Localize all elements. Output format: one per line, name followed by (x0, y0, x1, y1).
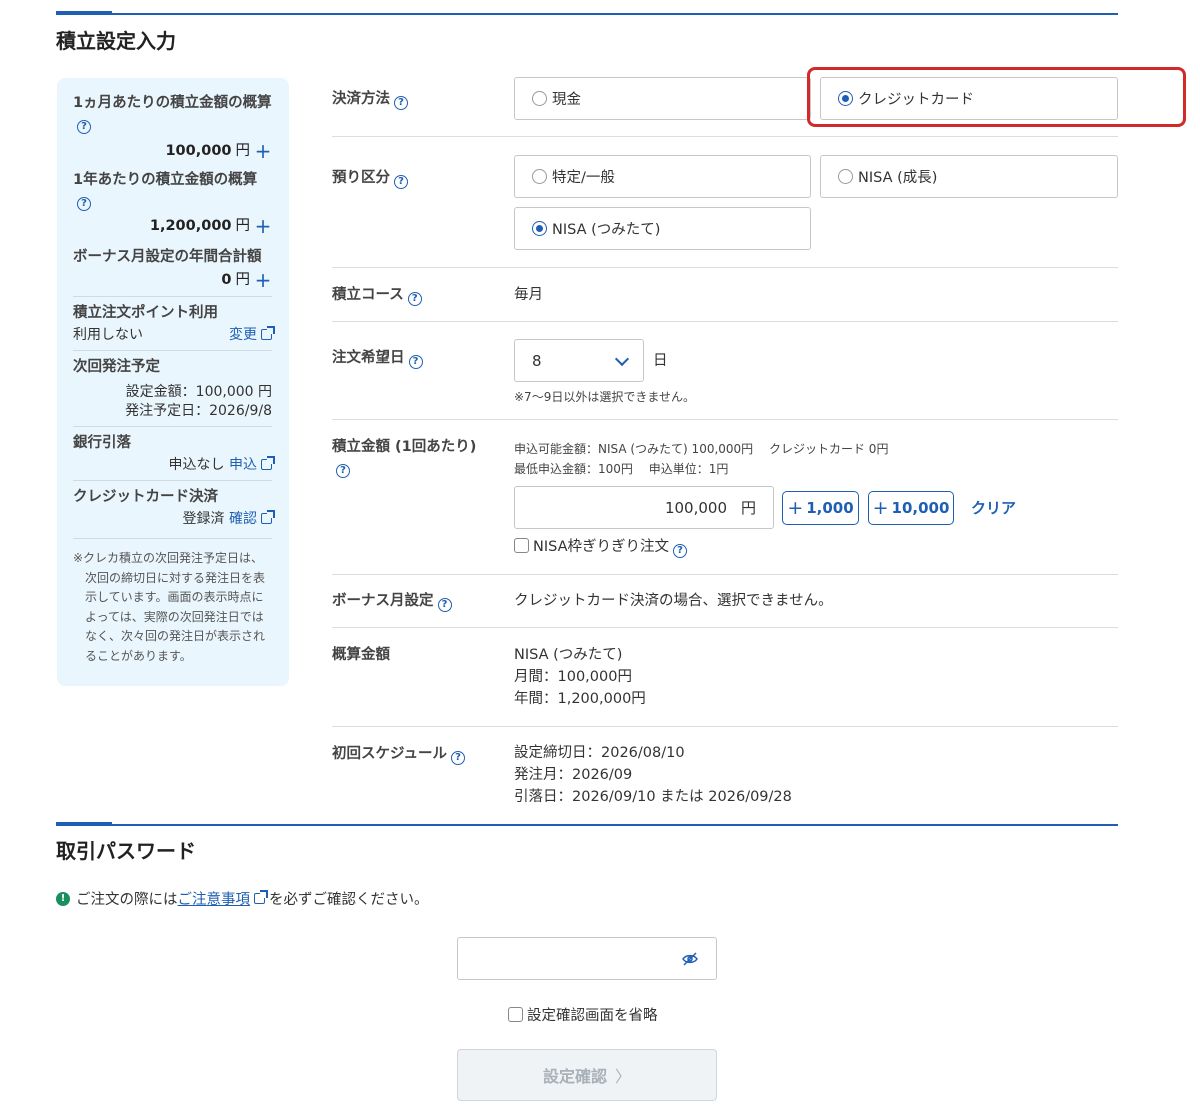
skip-confirm-checkbox[interactable]: 設定確認画面を省略 (508, 1004, 658, 1025)
checkbox[interactable] (514, 538, 529, 553)
bonus-amount: 0 円 + (221, 268, 272, 292)
divider (332, 321, 1118, 322)
schedule-line: 設定締切日：2026/08/10 (514, 745, 685, 761)
order-day-label: 注文希望日? (332, 348, 423, 369)
amount-info-minimum: 最低申込金額：100円 申込単位：1円 (514, 462, 729, 476)
points-row: 利用しない 変更 (73, 325, 275, 345)
bonus-label: ボーナス月設定の年間合計額 (73, 249, 262, 265)
divider (332, 726, 1118, 727)
precautions-link[interactable]: ご注意事項 (178, 888, 251, 909)
payment-option-cash[interactable]: 現金 (514, 77, 811, 120)
divider (73, 426, 272, 427)
schedule-line: 引落日：2026/09/10 または 2026/09/28 (514, 789, 792, 805)
estimate-line: 年間：1,200,000円 (514, 691, 646, 707)
help-icon[interactable]: ? (450, 751, 465, 765)
account-label: 預り区分? (332, 168, 408, 189)
amount-input[interactable]: 100,000 円 (514, 486, 774, 529)
plus-icon[interactable]: + (254, 141, 272, 161)
summary-panel: 1ヵ月あたりの積立金額の概算? 100,000 円 + 1年あたりの積立金額の概算?… (57, 78, 289, 686)
schedule-label: 初回スケジュール? (332, 744, 465, 765)
bonus-month-label: ボーナス月設定? (332, 591, 452, 612)
account-option-nisa-tsumitate[interactable]: NISA (つみたて) (514, 207, 811, 250)
section-divider (56, 822, 1118, 826)
help-icon[interactable]: ? (77, 197, 91, 211)
eye-slash-icon[interactable] (682, 952, 698, 966)
notice: ! ご注文の際には ご注意事項 を必ずご確認ください。 (56, 888, 429, 909)
plus-icon[interactable]: + (254, 216, 272, 236)
help-icon[interactable]: ? (407, 292, 422, 306)
estimate-line: NISA (つみたて) (514, 647, 623, 663)
card-row: 登録済 確認 (73, 510, 275, 529)
account-option-tokutei[interactable]: 特定/一般 (514, 155, 811, 198)
section-divider (56, 11, 1118, 15)
yearly-label: 1年あたりの積立金額の概算? (73, 172, 258, 211)
password-input[interactable] (457, 937, 717, 980)
divider (332, 267, 1118, 268)
monthly-label: 1ヵ月あたりの積立金額の概算? (73, 95, 272, 134)
points-change-link[interactable]: 変更 (229, 325, 275, 345)
card-label: クレジットカード決済 (73, 489, 218, 505)
divider (73, 538, 272, 539)
checkbox[interactable] (508, 1007, 523, 1022)
order-day-select[interactable]: 8 (514, 339, 644, 382)
add-10000-button[interactable]: +10,000 (868, 491, 954, 525)
divider (73, 296, 272, 297)
chevron-right-icon: 〉 (615, 1067, 632, 1086)
bank-label: 銀行引落 (73, 435, 131, 451)
plus-icon[interactable]: + (254, 270, 272, 290)
yearly-amount: 1,200,000 円 + (149, 214, 272, 238)
section-title: 積立設定入力 (56, 29, 176, 53)
help-icon[interactable]: ? (336, 464, 350, 478)
divider (332, 419, 1118, 420)
help-icon[interactable]: ? (437, 598, 452, 612)
bank-row: 申込なし 申込 (73, 456, 275, 475)
card-confirm-link[interactable]: 確認 (229, 510, 275, 527)
card-note: ※クレカ積立の次回発注予定日は、次回の締切日に対する発注日を表示しています。画面… (73, 551, 266, 663)
divider (332, 136, 1118, 137)
order-day-note: ※7〜9日以外は選択できません。 (514, 390, 695, 404)
help-icon[interactable]: ? (394, 175, 408, 189)
bank-apply-link[interactable]: 申込 (229, 456, 275, 473)
external-link-icon (254, 890, 268, 904)
amount-label: 積立金額 (1回あたり)? (332, 439, 477, 478)
highlight-box (807, 67, 1186, 127)
radio-button-selected[interactable] (532, 221, 547, 236)
chevron-down-icon (614, 351, 630, 367)
divider (332, 574, 1118, 575)
course-value: 毎月 (514, 287, 543, 303)
divider (73, 480, 272, 481)
add-1000-button[interactable]: +1,000 (782, 491, 859, 525)
payment-label: 決済方法? (332, 89, 408, 110)
help-icon[interactable]: ? (408, 355, 423, 369)
radio-button[interactable] (838, 169, 853, 184)
divider (73, 350, 272, 351)
course-label: 積立コース? (332, 285, 422, 306)
clear-button[interactable]: クリア (971, 497, 1016, 518)
schedule-line: 発注月：2026/09 (514, 767, 633, 783)
external-link-icon (261, 456, 275, 470)
nisa-limit-checkbox[interactable]: NISA枠ぎりぎり注文? (514, 536, 688, 558)
estimate-line: 月間：100,000円 (514, 669, 632, 685)
confirm-button[interactable]: 設定確認〉 (457, 1049, 717, 1101)
bonus-month-value: クレジットカード決済の場合、選択できません。 (514, 593, 833, 609)
order-day-unit: 日 (653, 353, 668, 369)
info-icon: ! (56, 891, 70, 906)
radio-button[interactable] (532, 169, 547, 184)
help-icon[interactable]: ? (673, 544, 688, 558)
next-order-amount: 設定金額：100,000 円 (125, 384, 272, 400)
monthly-amount: 100,000 円 + (165, 139, 272, 163)
external-link-icon (261, 510, 275, 524)
help-icon[interactable]: ? (77, 120, 91, 134)
estimate-label: 概算金額 (332, 647, 390, 663)
account-option-nisa-growth[interactable]: NISA (成長) (820, 155, 1118, 198)
next-order-label: 次回発注予定 (73, 359, 160, 375)
radio-button[interactable] (532, 91, 547, 106)
help-icon[interactable]: ? (394, 96, 408, 110)
next-order-date: 発注予定日：2026/9/8 (125, 403, 272, 419)
amount-info-available: 申込可能金額：NISA (つみたて) 100,000円 クレジットカード 0円 (514, 442, 889, 456)
points-label: 積立注文ポイント利用 (73, 305, 218, 321)
section-title: 取引パスワード (56, 839, 196, 863)
external-link-icon (261, 326, 275, 340)
divider (332, 627, 1118, 628)
